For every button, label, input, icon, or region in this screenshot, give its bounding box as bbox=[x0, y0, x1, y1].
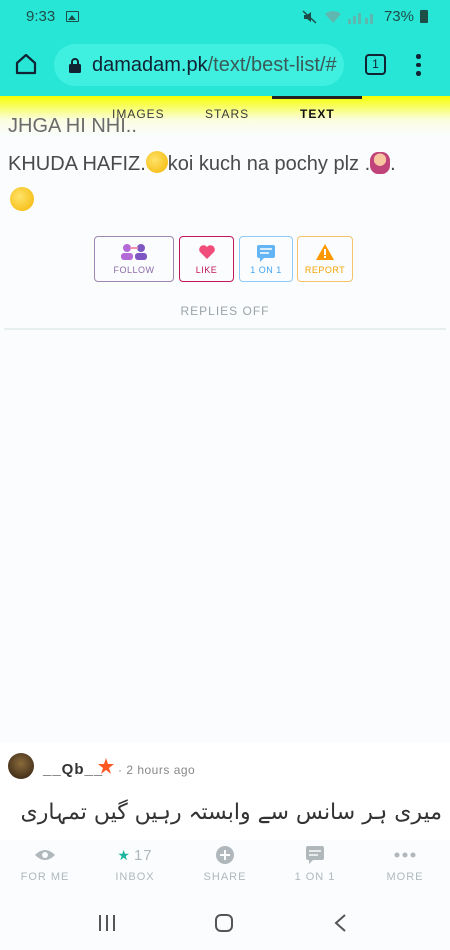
one-on-one-label: 1 ON 1 bbox=[250, 264, 282, 275]
warning-icon bbox=[316, 244, 334, 260]
lock-icon bbox=[69, 58, 81, 73]
woman-emoji-icon bbox=[370, 152, 391, 174]
android-home-icon[interactable] bbox=[214, 913, 234, 933]
active-tab-indicator bbox=[272, 96, 362, 99]
post-line-2: KHUDA HAFIZ. koi kuch na pochy plz .. bbox=[8, 151, 396, 176]
follow-button[interactable]: FOLLOW bbox=[94, 236, 174, 282]
status-time: 9:33 bbox=[26, 8, 56, 25]
battery-percent: 73% bbox=[383, 8, 414, 25]
comment-text: میری ہر سانس سے وابستہ رہیں گیں تمہاری bbox=[20, 800, 442, 825]
comment-time: · 2 hours ago bbox=[118, 763, 196, 777]
eye-icon bbox=[35, 850, 55, 860]
comment-username[interactable]: __Qb__ bbox=[43, 761, 103, 778]
for-me-button[interactable]: FOR ME bbox=[5, 843, 85, 883]
back-icon[interactable] bbox=[333, 913, 347, 933]
replies-off-label: REPLIES OFF bbox=[180, 304, 270, 318]
avatar[interactable] bbox=[8, 753, 34, 779]
post-line-3 bbox=[10, 187, 34, 213]
plus-circle-icon bbox=[216, 846, 234, 864]
follow-icon bbox=[121, 244, 147, 260]
inbox-label: INBOX bbox=[115, 871, 155, 883]
report-label: REPORT bbox=[304, 265, 346, 275]
share-button[interactable]: SHARE bbox=[185, 843, 265, 883]
bottom-one-on-one-label: 1 ON 1 bbox=[294, 871, 336, 883]
image-notification-icon bbox=[66, 11, 79, 22]
post-line-1: JHGA HI NHI.. bbox=[8, 115, 137, 137]
url-host: damadam.pk bbox=[92, 53, 208, 76]
heart-icon bbox=[198, 244, 215, 259]
inbox-count: 17 bbox=[133, 846, 153, 864]
more-button[interactable]: MORE bbox=[365, 843, 445, 883]
one-on-one-button[interactable]: 1 ON 1 bbox=[239, 236, 293, 282]
menu-dots-icon[interactable] bbox=[416, 54, 422, 80]
android-nav-bar bbox=[0, 898, 450, 950]
tab-stars[interactable]: STARS bbox=[205, 107, 249, 121]
post-text-dot: . bbox=[390, 153, 396, 175]
status-icons: 73% bbox=[302, 8, 428, 25]
like-label: LIKE bbox=[195, 264, 218, 275]
chat-icon bbox=[257, 244, 275, 262]
browser-toolbar: damadam.pk/text/best-list/# 1 bbox=[0, 34, 450, 96]
wifi-icon bbox=[324, 10, 341, 23]
tab-text[interactable]: TEXT bbox=[300, 107, 335, 121]
share-label: SHARE bbox=[203, 871, 247, 883]
next-post-card bbox=[0, 743, 450, 843]
report-button[interactable]: REPORT bbox=[297, 236, 353, 282]
message-icon bbox=[306, 846, 324, 864]
inbox-star-icon: ★ bbox=[117, 846, 131, 863]
url-path: /text/best-list/# bbox=[207, 53, 337, 76]
for-me-label: FOR ME bbox=[20, 871, 70, 883]
status-bar: 9:33 73% bbox=[0, 0, 450, 34]
mute-icon bbox=[302, 9, 317, 24]
divider bbox=[4, 328, 446, 330]
battery-icon bbox=[420, 10, 428, 23]
bottom-one-on-one-button[interactable]: 1 ON 1 bbox=[275, 843, 355, 883]
star-badge-icon bbox=[98, 758, 114, 774]
more-label: MORE bbox=[386, 871, 424, 883]
home-icon[interactable] bbox=[14, 53, 38, 75]
post-text-khuda: KHUDA HAFIZ. bbox=[8, 153, 146, 175]
recent-apps-icon[interactable] bbox=[97, 914, 117, 932]
like-button[interactable]: LIKE bbox=[179, 236, 234, 282]
tab-switcher-button[interactable]: 1 bbox=[365, 54, 386, 75]
follow-label: FOLLOW bbox=[113, 265, 155, 275]
signal-icon bbox=[347, 12, 373, 24]
inbox-button[interactable]: ★ 17 INBOX bbox=[95, 843, 175, 884]
smile-emoji-icon bbox=[145, 151, 168, 173]
blush-emoji-icon bbox=[10, 187, 34, 211]
post-text-pochy: koi kuch na pochy plz . bbox=[167, 153, 371, 175]
address-bar[interactable]: damadam.pk/text/best-list/# bbox=[54, 44, 344, 86]
more-dots-icon bbox=[394, 852, 416, 858]
